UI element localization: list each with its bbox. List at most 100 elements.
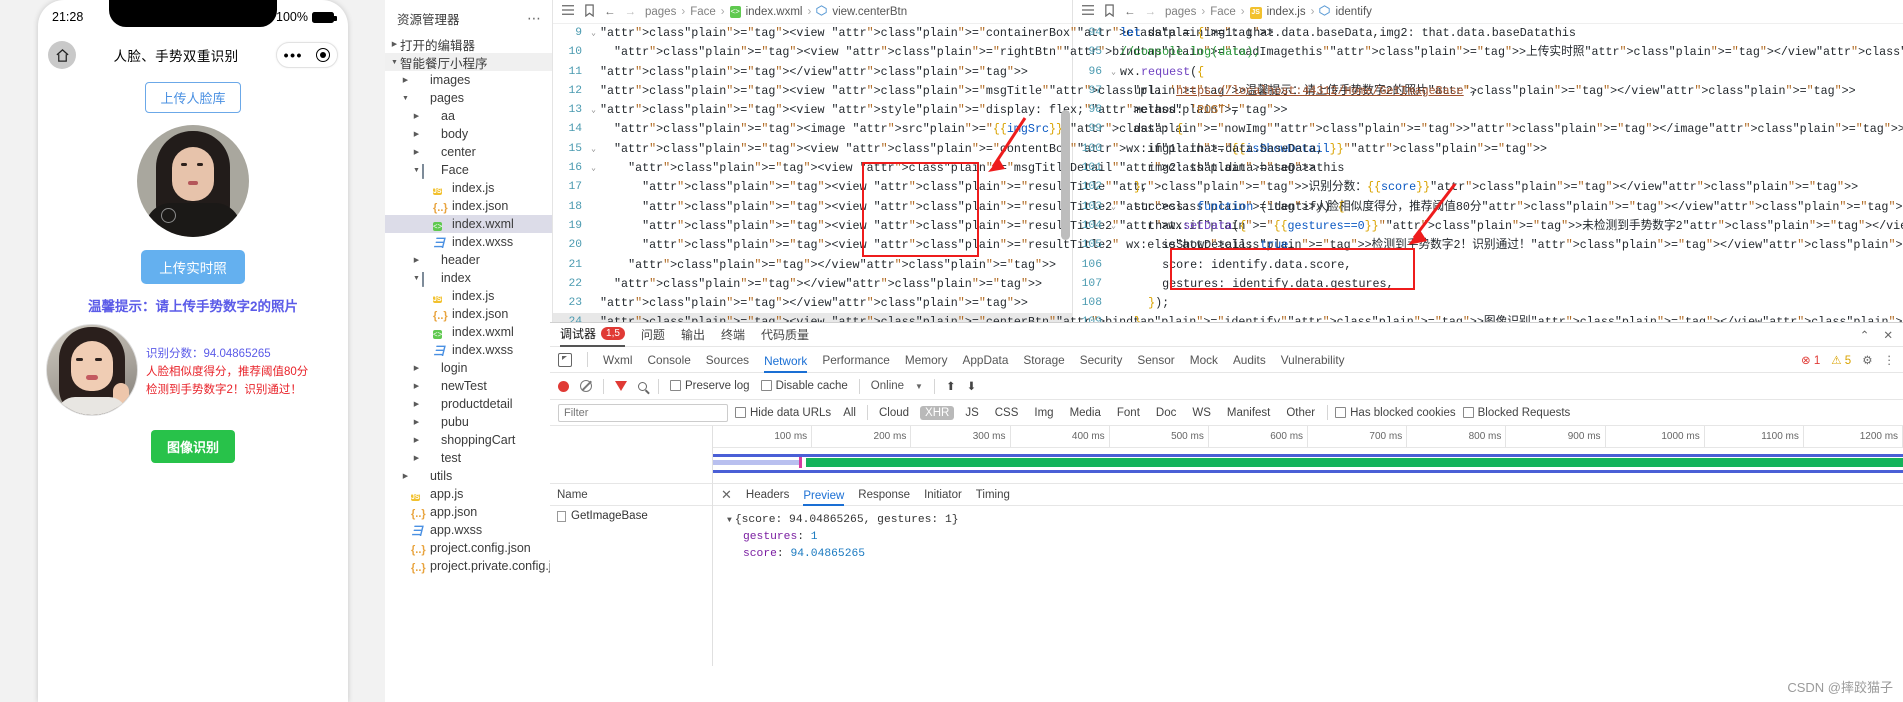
tree-item-body[interactable]: ▶ body — [385, 125, 552, 143]
code-line[interactable]: 108 }); — [1073, 294, 1903, 313]
code-line[interactable]: 9 ⌄ "attr">class " plain " >= " tag " ><view " attr… — [553, 24, 1273, 43]
filter-type-img[interactable]: Img — [1029, 406, 1058, 420]
tree-item-index-wxml[interactable]: ▶<>index.wxml — [385, 323, 552, 341]
fold-caret-icon[interactable]: ⌄ — [1107, 217, 1120, 236]
hide-data-urls-checkbox[interactable]: Hide data URLs — [735, 406, 831, 419]
detail-tab-initiator[interactable]: Initiator — [924, 489, 962, 501]
code-line[interactable]: 15 ⌄ "attr">class " plain " >= " tag " ><view " at… — [553, 140, 1547, 159]
chevron-right-icon[interactable]: ▶ — [411, 454, 422, 462]
tree-item-test[interactable]: ▶ test — [385, 449, 552, 467]
chevron-right-icon[interactable]: ▶ — [400, 76, 411, 84]
devtools-tab-appdata[interactable]: AppData — [962, 353, 1008, 367]
filter-type-other[interactable]: Other — [1281, 406, 1320, 420]
filter-input[interactable] — [558, 403, 728, 422]
inspect-icon[interactable] — [558, 352, 572, 367]
tree-item-shoppingcart[interactable]: ▶ shoppingCart — [385, 431, 552, 449]
tree-item-pages[interactable]: ▼ pages — [385, 89, 552, 107]
code-line[interactable]: 13 ⌄ "attr">class " plain " >= " tag " ><view " att… — [553, 101, 1287, 120]
filter-type-font[interactable]: Font — [1112, 406, 1145, 420]
devtools-tab-sources[interactable]: Sources — [706, 353, 749, 367]
kebab-icon[interactable]: ⋮ — [1884, 353, 1896, 367]
code-line[interactable]: 20 "attr">class " plain " >= " tag " ><view " att… — [553, 236, 1903, 255]
chevron-right-icon[interactable]: ▶ — [411, 130, 422, 138]
tree-item-face[interactable]: ▼ Face — [385, 161, 552, 179]
tree-item-productdetail[interactable]: ▶ productdetail — [385, 395, 552, 413]
code-line[interactable]: 107 gestures: identify.data.gestures, — [1073, 275, 1903, 294]
filter-type-ws[interactable]: WS — [1187, 406, 1216, 420]
chevron-down-icon[interactable]: ▼ — [915, 382, 923, 391]
close-icon[interactable]: ✕ — [721, 487, 732, 503]
devtools-panel-tab-问题[interactable]: 问题 — [641, 326, 665, 343]
code-line[interactable]: 14 "attr">class " plain " >= " tag " ><image " at… — [553, 120, 1903, 139]
code-right[interactable]: 94 let data = {img1: that.data.baseData,i… — [1073, 24, 1903, 333]
detail-tab-response[interactable]: Response — [858, 489, 910, 501]
tree-item-header[interactable]: ▶ header — [385, 251, 552, 269]
warning-count[interactable]: ⚠ 5 — [1831, 353, 1851, 367]
fold-caret-icon[interactable]: ⌄ — [1107, 120, 1120, 139]
chevron-right-icon[interactable]: ▶ — [411, 112, 422, 120]
chevron-right-icon[interactable]: ▶ — [411, 256, 422, 264]
disable-cache-checkbox[interactable]: Disable cache — [760, 380, 848, 392]
chevron-right-icon[interactable]: ▶ — [411, 148, 422, 156]
upload-face-lib-button[interactable]: 上传人脸库 — [145, 82, 241, 113]
chevron-right-icon[interactable]: ▶ — [411, 382, 422, 390]
devtools-tab-memory[interactable]: Memory — [905, 353, 948, 367]
chevron-down-icon[interactable]: ▼ — [411, 167, 422, 174]
breadcrumb-item[interactable]: view.centerBtn — [832, 6, 907, 18]
code-line[interactable]: 96 ⌄ wx.request({ — [1073, 63, 1903, 82]
code-line[interactable]: 10 "attr">class " plain " >= " tag " ><view " att… — [553, 43, 1903, 62]
breadcrumb-item[interactable]: Face — [690, 6, 716, 18]
open-editors-row[interactable]: ▶ 打开的编辑器 — [385, 35, 552, 53]
detail-tab-timing[interactable]: Timing — [976, 489, 1010, 501]
code-line[interactable]: 104 ⌄ that.setData({ — [1073, 217, 1903, 236]
code-line[interactable]: 103 ⌄ success: function (identify) { — [1073, 198, 1903, 217]
has-blocked-cookies-checkbox[interactable]: Has blocked cookies — [1335, 406, 1456, 419]
search-icon[interactable] — [638, 381, 647, 391]
devtools-tab-console[interactable]: Console — [647, 353, 690, 367]
more-icon[interactable]: ••• — [284, 48, 303, 62]
tree-item-app-wxss[interactable]: ▶彐app.wxss — [385, 521, 552, 539]
tree-item-index-json[interactable]: ▶{..}index.json — [385, 305, 552, 323]
code-line[interactable]: 22 "attr">class " plain " >= " tag " ></view " att… — [553, 275, 1072, 294]
devtools-panel-tab-输出[interactable]: 输出 — [681, 326, 705, 343]
ellipsis-icon[interactable]: ⋯ — [527, 10, 542, 27]
tree-item-index-wxml[interactable]: ▶<>index.wxml — [385, 215, 552, 233]
tree-item-center[interactable]: ▶ center — [385, 143, 552, 161]
code-line[interactable]: 100 img1: that.data.baseData, — [1073, 140, 1903, 159]
tree-item-newtest[interactable]: ▶ newTest — [385, 377, 552, 395]
breadcrumb-right[interactable]: pages › Face › JS index.js › identify — [1165, 4, 1372, 19]
chevron-right-icon[interactable]: ▶ — [389, 40, 400, 48]
bookmark-icon[interactable] — [584, 3, 595, 20]
table-row[interactable]: GetImageBase — [550, 506, 712, 526]
devtools-tab-sensor[interactable]: Sensor — [1137, 353, 1174, 367]
code-line[interactable]: 16 ⌄ "attr">class " plain " >= " tag " ><view " at… — [553, 159, 1315, 178]
filter-type-media[interactable]: Media — [1065, 406, 1106, 420]
code-line[interactable]: 11 "attr">class " plain " >= " tag " ></view " attr… — [553, 63, 1072, 82]
code-line[interactable]: 95 //console.log(data); — [1073, 43, 1903, 62]
devtools-tab-audits[interactable]: Audits — [1233, 353, 1266, 367]
code-line[interactable]: 23 "attr">class " plain " >= " tag " ></view " attr… — [553, 294, 1072, 313]
chevron-right-icon[interactable]: ▶ — [411, 436, 422, 444]
tree-item-index[interactable]: ▼ index — [385, 269, 552, 287]
close-icon[interactable]: ✕ — [1883, 328, 1893, 342]
code-line[interactable]: 101 img2: that.data.baseDatathis — [1073, 159, 1903, 178]
devtools-tab-vulnerability[interactable]: Vulnerability — [1281, 353, 1345, 367]
tree-item-images[interactable]: ▶ images — [385, 71, 552, 89]
filter-type-cloud[interactable]: Cloud — [874, 406, 914, 420]
bookmark-icon[interactable] — [1104, 3, 1115, 20]
forward-icon[interactable]: → — [625, 6, 637, 18]
back-icon[interactable]: ← — [1124, 6, 1136, 18]
tree-item-utils[interactable]: ▶ utils — [385, 467, 552, 485]
devtools-panel-tab-代码质量[interactable]: 代码质量 — [761, 326, 809, 343]
code-line[interactable]: 105 isShowDetail: true, — [1073, 236, 1903, 255]
breadcrumb-item[interactable]: identify — [1335, 6, 1371, 18]
devtools-tab-network[interactable]: Network — [764, 347, 808, 373]
tree-item-aa[interactable]: ▶ aa — [385, 107, 552, 125]
code-line[interactable]: 99 ⌄ data: { — [1073, 120, 1903, 139]
collapse-icon[interactable]: ⌃ — [1860, 328, 1870, 342]
fold-caret-icon[interactable]: ⌄ — [587, 140, 600, 159]
code-line[interactable]: 102 }, — [1073, 178, 1903, 197]
identify-button[interactable]: 图像识别 — [150, 430, 235, 463]
gear-icon[interactable]: ⚙ — [1862, 353, 1872, 367]
tree-item-pubu[interactable]: ▶ pubu — [385, 413, 552, 431]
